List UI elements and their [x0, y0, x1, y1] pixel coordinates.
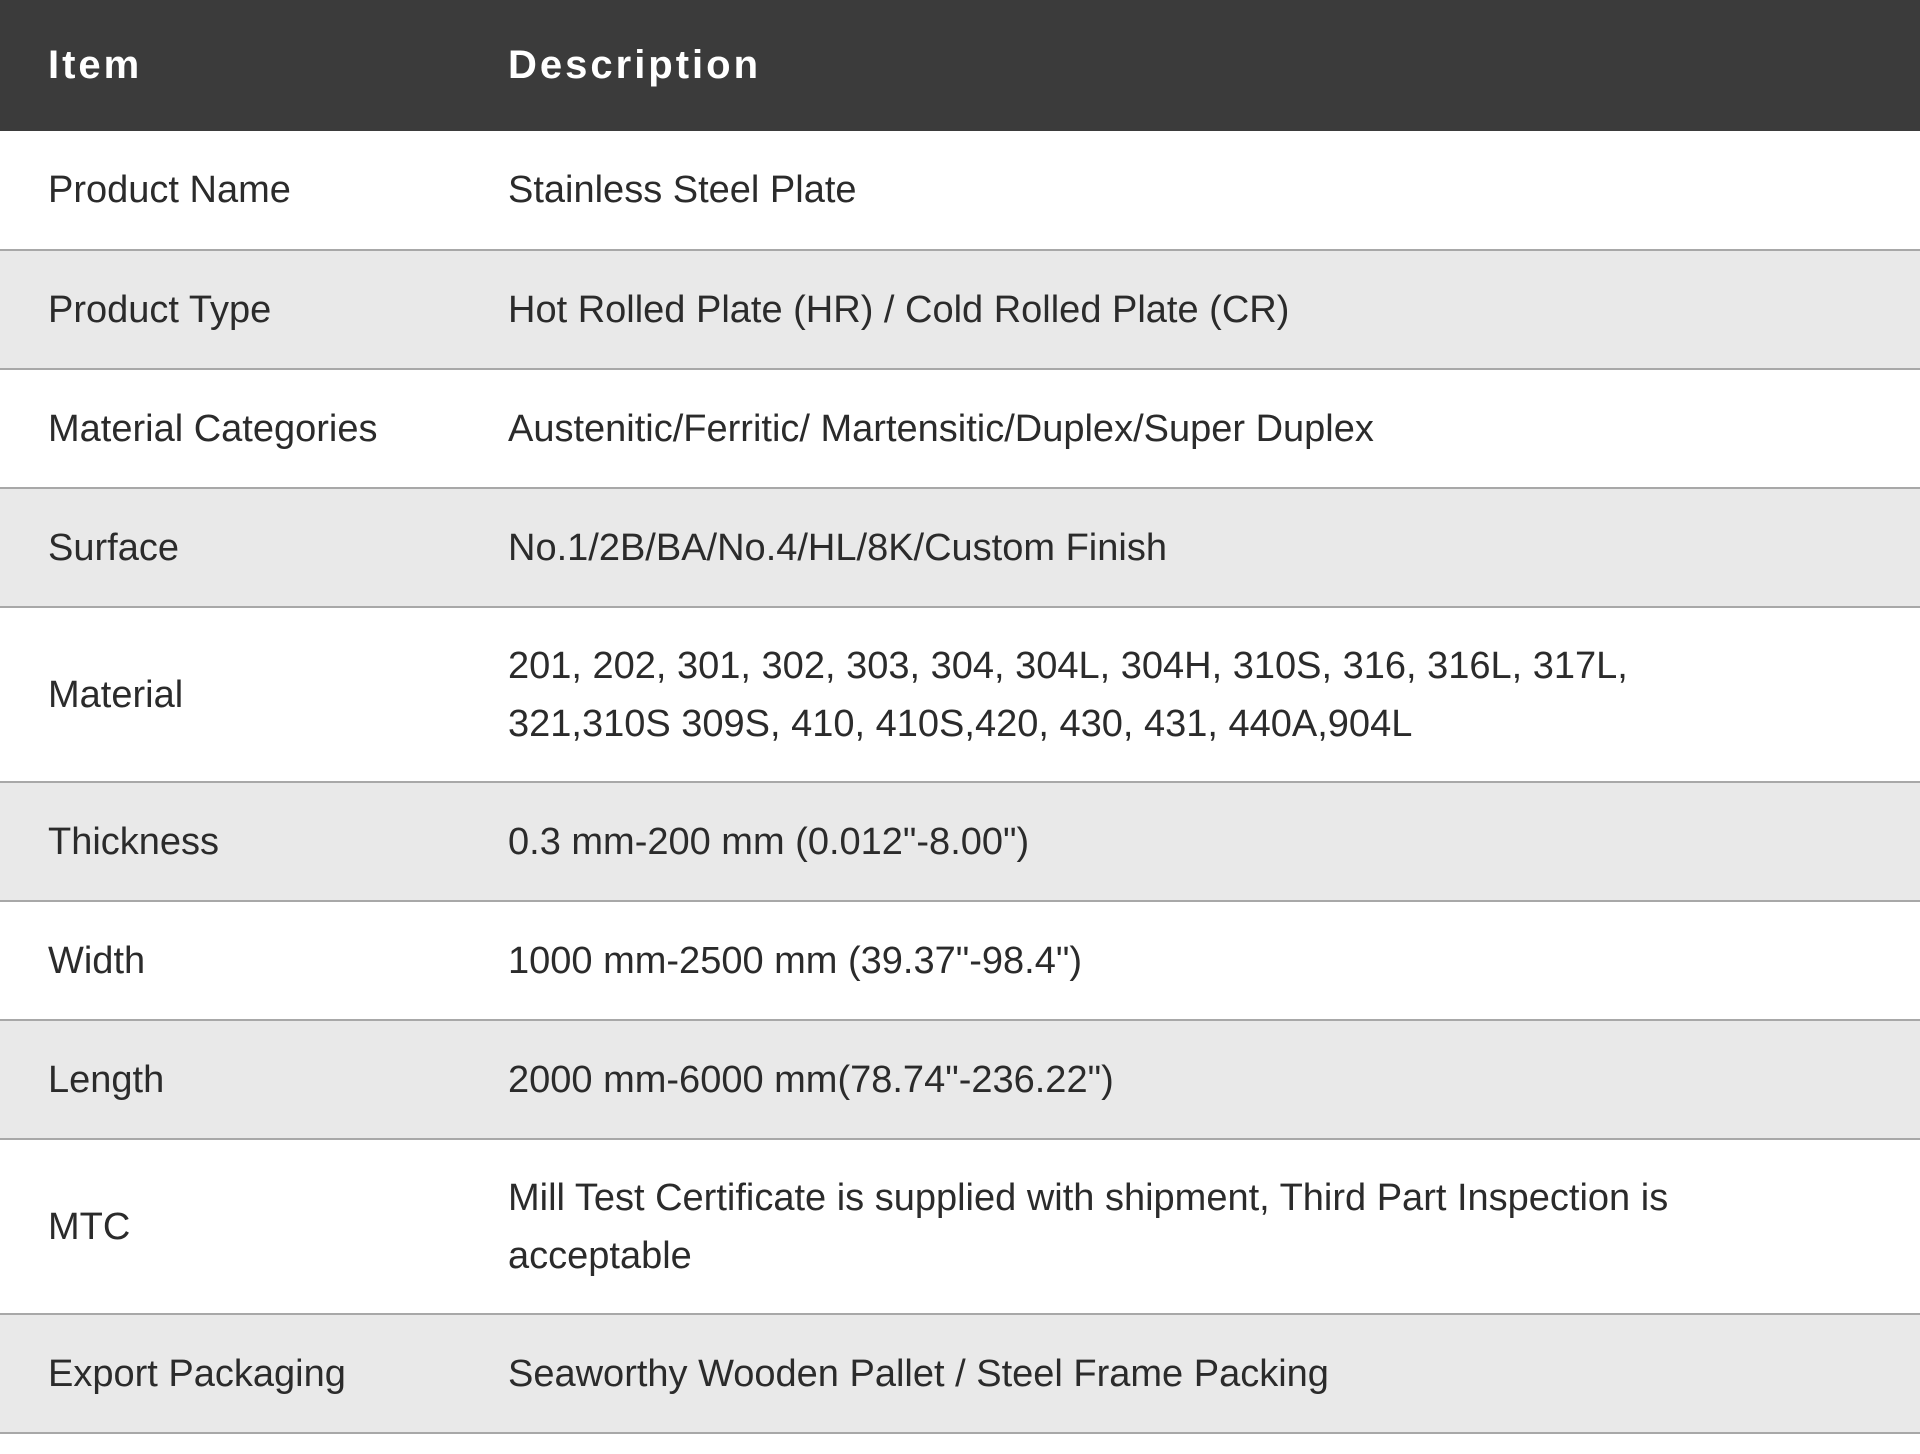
description-cell: No.1/2B/BA/No.4/HL/8K/Custom Finish	[508, 526, 1167, 569]
header-row: Item Description	[0, 0, 1920, 131]
description-cell: Stainless Steel Plate	[508, 169, 857, 211]
spec-table: Item Description Product Name Stainless …	[0, 0, 1920, 1434]
item-cell: Material	[48, 673, 184, 716]
item-cell: Product Name	[48, 169, 291, 211]
column-header-item: Item	[48, 43, 143, 87]
description-cell: Austenitic/Ferritic/ Martensitic/Duplex/…	[508, 407, 1374, 450]
item-cell: Material Categories	[48, 407, 378, 450]
column-header-description: Description	[508, 43, 762, 87]
item-cell: Thickness	[48, 820, 220, 863]
item-cell: MTC	[48, 1205, 131, 1248]
table-row: Export Packaging Seaworthy Wooden Pallet…	[0, 1314, 1920, 1433]
table-row: Length 2000 mm-6000 mm(78.74"-236.22")	[0, 1020, 1920, 1139]
description-cell: Seaworthy Wooden Pallet / Steel Frame Pa…	[508, 1352, 1329, 1395]
item-cell: Width	[48, 939, 146, 982]
description-cell: 1000 mm-2500 mm (39.37"-98.4")	[508, 939, 1083, 982]
table-row: Surface No.1/2B/BA/No.4/HL/8K/Custom Fin…	[0, 488, 1920, 607]
table-row: Width 1000 mm-2500 mm (39.37"-98.4")	[0, 901, 1920, 1020]
table-header: Item Description	[0, 0, 1920, 131]
description-cell: 2000 mm-6000 mm(78.74"-236.22")	[508, 1058, 1114, 1101]
table-row: MTC Mill Test Certificate is supplied wi…	[0, 1139, 1920, 1314]
description-cell: 0.3 mm-200 mm (0.012"-8.00")	[508, 820, 1030, 863]
description-cell: Hot Rolled Plate (HR) / Cold Rolled Plat…	[508, 288, 1290, 331]
table-row: Thickness 0.3 mm-200 mm (0.012"-8.00")	[0, 782, 1920, 901]
table-row: Material Categories Austenitic/Ferritic/…	[0, 369, 1920, 488]
item-cell: Surface	[48, 526, 179, 569]
item-cell: Length	[48, 1058, 165, 1101]
item-cell: Export Packaging	[48, 1352, 346, 1395]
item-cell: Product Type	[48, 288, 272, 331]
table-row: Material 201, 202, 301, 302, 303, 304, 3…	[0, 607, 1920, 782]
description-cell: Mill Test Certificate is supplied with s…	[508, 1176, 1669, 1277]
description-cell: 201, 202, 301, 302, 303, 304, 304L, 304H…	[508, 644, 1628, 745]
table-body: Product Name Stainless Steel Plate Produ…	[0, 131, 1920, 1433]
table-row: Product Name Stainless Steel Plate	[0, 131, 1920, 250]
table-row: Product Type Hot Rolled Plate (HR) / Col…	[0, 250, 1920, 369]
